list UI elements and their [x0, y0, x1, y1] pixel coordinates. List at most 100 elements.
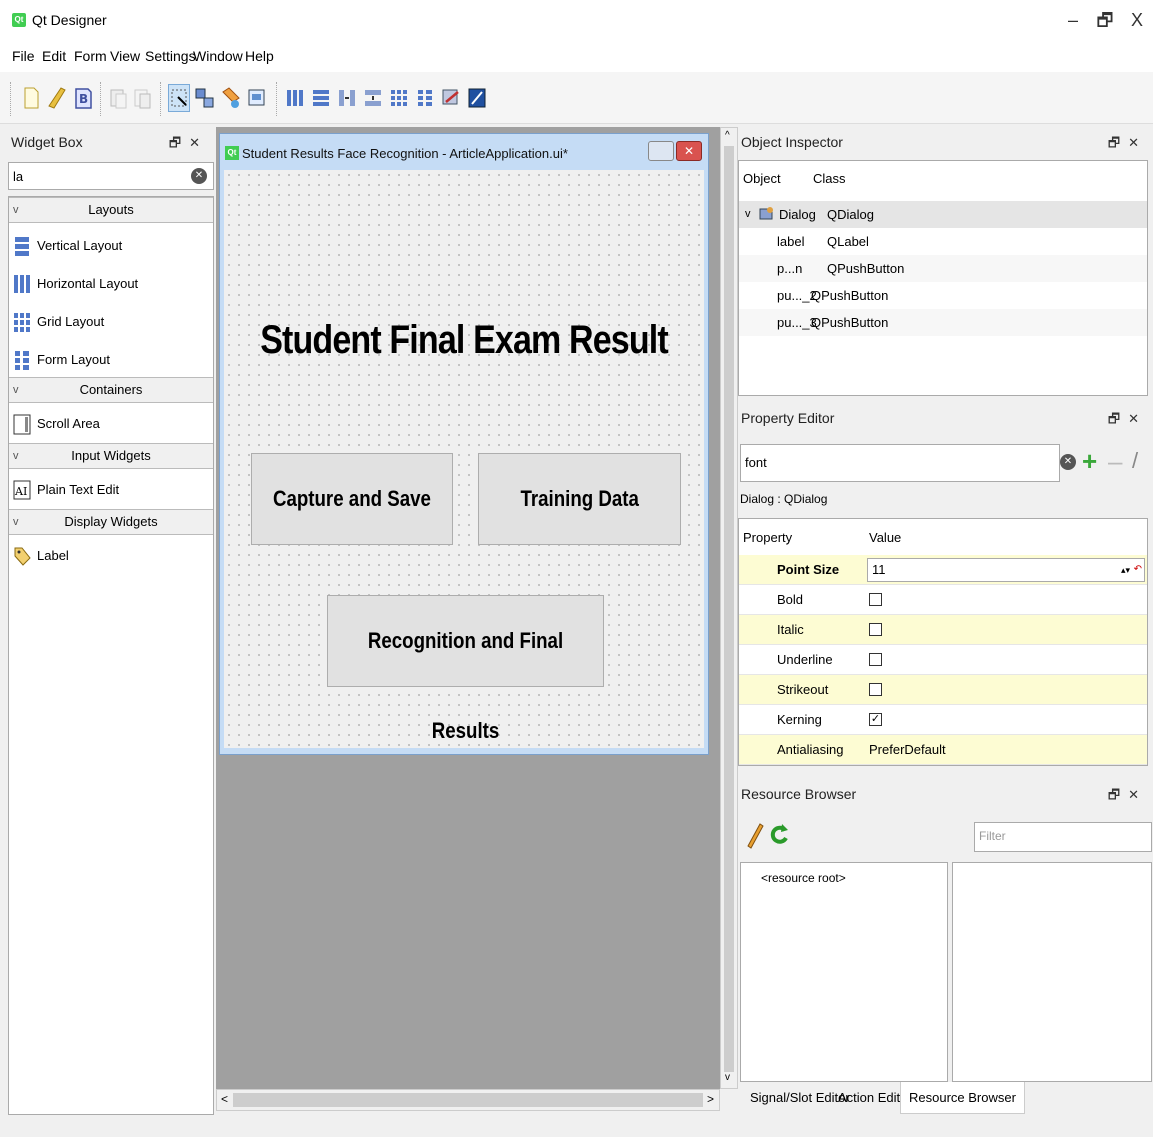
layout-horizontally-icon[interactable] — [284, 84, 306, 112]
kerning-checkbox[interactable]: ✓ — [869, 713, 882, 727]
property-row-antialiasing[interactable]: Antialiasing PreferDefault — [739, 735, 1147, 765]
layout-vertically-icon[interactable] — [310, 84, 332, 112]
horizontal-layout-icon — [14, 275, 30, 293]
italic-checkbox[interactable] — [869, 623, 882, 637]
widget-plain-text-edit[interactable]: AI Plain Text Edit — [9, 473, 213, 507]
property-row-bold[interactable]: Bold — [739, 585, 1147, 615]
open-file-icon[interactable] — [46, 84, 68, 112]
widget-grid-layout[interactable]: Grid Layout — [9, 305, 213, 339]
edit-resources-icon[interactable] — [744, 820, 766, 850]
editor-horizontal-scrollbar[interactable]: < > — [216, 1089, 720, 1111]
close-button[interactable]: X — [1122, 8, 1152, 32]
reset-property-icon[interactable]: ↶ — [1134, 559, 1142, 581]
break-layout-icon[interactable] — [440, 84, 462, 112]
chevron-down-icon[interactable]: v — [745, 201, 751, 228]
menu-file[interactable]: File — [12, 48, 35, 64]
form-canvas[interactable]: Student Final Exam Result Capture and Sa… — [224, 170, 704, 748]
layout-splitter-horizontal-icon[interactable] — [336, 84, 358, 112]
widget-scroll-area[interactable]: Scroll Area — [9, 407, 213, 441]
property-table-header: Property Value — [743, 530, 902, 545]
widget-vertical-layout[interactable]: Vertical Layout — [9, 229, 213, 263]
tree-row[interactable]: v Dialog QDialog — [739, 201, 1147, 228]
tree-row[interactable]: p...n QPushButton — [739, 255, 1147, 282]
resource-root-item[interactable]: <resource root> — [761, 871, 846, 885]
chevron-down-icon: v — [13, 204, 19, 216]
clear-filter-icon[interactable]: ✕ — [191, 168, 207, 184]
add-property-icon[interactable]: + — [1082, 446, 1097, 476]
menu-window[interactable]: Window — [193, 48, 243, 64]
dock-controls[interactable]: 🗗✕ — [1108, 410, 1147, 432]
property-row-point-size[interactable]: Point Size 11 ▴▾ ↶ — [739, 555, 1147, 585]
strikeout-checkbox[interactable] — [869, 683, 882, 697]
menu-form[interactable]: Form — [74, 48, 107, 64]
tree-row[interactable]: label QLabel — [739, 228, 1147, 255]
tab-resource-browser[interactable]: Resource Browser — [900, 1082, 1025, 1114]
editor-vertical-scrollbar[interactable]: ^ v — [720, 127, 738, 1089]
new-file-icon[interactable] — [20, 84, 42, 112]
recognition-final-results-button[interactable]: Recognition and Final Results — [327, 595, 604, 743]
widget-form-layout[interactable]: Form Layout — [9, 343, 213, 377]
clear-filter-icon[interactable]: ✕ — [1060, 454, 1076, 470]
heading-label[interactable]: Student Final Exam Result — [260, 318, 668, 363]
form-minimize-button[interactable] — [648, 141, 674, 161]
antialiasing-value[interactable]: PreferDefault — [869, 735, 946, 765]
minimize-button[interactable]: – — [1058, 8, 1088, 32]
dock-controls[interactable]: 🗗✕ — [169, 134, 208, 156]
widget-horizontal-layout[interactable]: Horizontal Layout — [9, 267, 213, 301]
save-file-icon[interactable]: B — [72, 84, 94, 112]
scroll-right-icon[interactable]: > — [707, 1092, 714, 1106]
edit-signals-slots-icon[interactable] — [194, 84, 216, 112]
configure-icon[interactable]: / — [1132, 446, 1138, 476]
scrollbar-thumb[interactable] — [233, 1093, 703, 1107]
category-containers[interactable]: v Containers — [9, 377, 213, 403]
spin-arrows-icon[interactable]: ▴▾ — [1121, 559, 1130, 581]
layout-splitter-vertical-icon[interactable] — [362, 84, 384, 112]
menu-help[interactable]: Help — [245, 48, 274, 64]
menu-edit[interactable]: Edit — [42, 48, 66, 64]
svg-text:B: B — [79, 92, 88, 106]
remove-property-icon[interactable]: – — [1108, 446, 1122, 476]
widget-filter-input[interactable]: la ✕ — [8, 162, 214, 190]
category-display-widgets[interactable]: v Display Widgets — [9, 509, 213, 535]
scrollbar-thumb[interactable] — [724, 146, 734, 1072]
app-title: Qt Designer — [32, 12, 107, 28]
send-to-back-icon[interactable] — [108, 84, 130, 112]
property-editor-title: Property Editor — [741, 410, 835, 426]
underline-checkbox[interactable] — [869, 653, 882, 667]
reload-icon[interactable] — [768, 820, 790, 850]
maximize-button[interactable]: 🗗 — [1090, 8, 1120, 32]
scroll-down-icon[interactable]: v — [725, 1072, 730, 1083]
property-row-kerning[interactable]: Kerning ✓ — [739, 705, 1147, 735]
property-filter-input[interactable]: font — [740, 444, 1060, 482]
menu-settings[interactable]: Settings — [145, 48, 196, 64]
dock-controls[interactable]: 🗗✕ — [1108, 786, 1147, 808]
edit-tab-order-icon[interactable] — [246, 84, 268, 112]
widget-label[interactable]: Label — [9, 539, 213, 573]
bring-to-front-icon[interactable] — [132, 84, 154, 112]
edit-widgets-icon[interactable] — [168, 84, 190, 112]
tree-row[interactable]: pu..._3 QPushButton — [739, 309, 1147, 336]
point-size-spinbox[interactable]: 11 ▴▾ ↶ — [867, 558, 1145, 582]
category-layouts[interactable]: v Layouts — [9, 197, 213, 223]
tree-row[interactable]: pu..._2 QPushButton — [739, 282, 1147, 309]
training-data-button[interactable]: Training Data — [478, 453, 681, 545]
adjust-size-icon[interactable] — [466, 84, 488, 112]
property-row-underline[interactable]: Underline — [739, 645, 1147, 675]
scroll-up-icon[interactable]: ^ — [725, 130, 730, 141]
resource-filter-input[interactable]: Filter — [974, 822, 1152, 852]
form-close-button[interactable]: ✕ — [676, 141, 702, 161]
category-input-widgets[interactable]: v Input Widgets — [9, 443, 213, 469]
scroll-left-icon[interactable]: < — [221, 1092, 228, 1106]
layout-form-icon[interactable] — [414, 84, 436, 112]
layout-grid-icon[interactable] — [388, 84, 410, 112]
bold-checkbox[interactable] — [869, 593, 882, 607]
menu-view[interactable]: View — [110, 48, 140, 64]
property-row-strikeout[interactable]: Strikeout — [739, 675, 1147, 705]
capture-and-save-button[interactable]: Capture and Save — [251, 453, 453, 545]
scroll-area-icon — [13, 414, 31, 435]
form-window[interactable]: Qt Student Results Face Recognition - Ar… — [219, 133, 709, 755]
property-row-italic[interactable]: Italic — [739, 615, 1147, 645]
edit-buddies-icon[interactable] — [220, 84, 242, 112]
dock-controls[interactable]: 🗗✕ — [1108, 134, 1147, 156]
dock-tab-bar: Signal/Slot Editor Action Editor Resourc… — [738, 1082, 1153, 1114]
